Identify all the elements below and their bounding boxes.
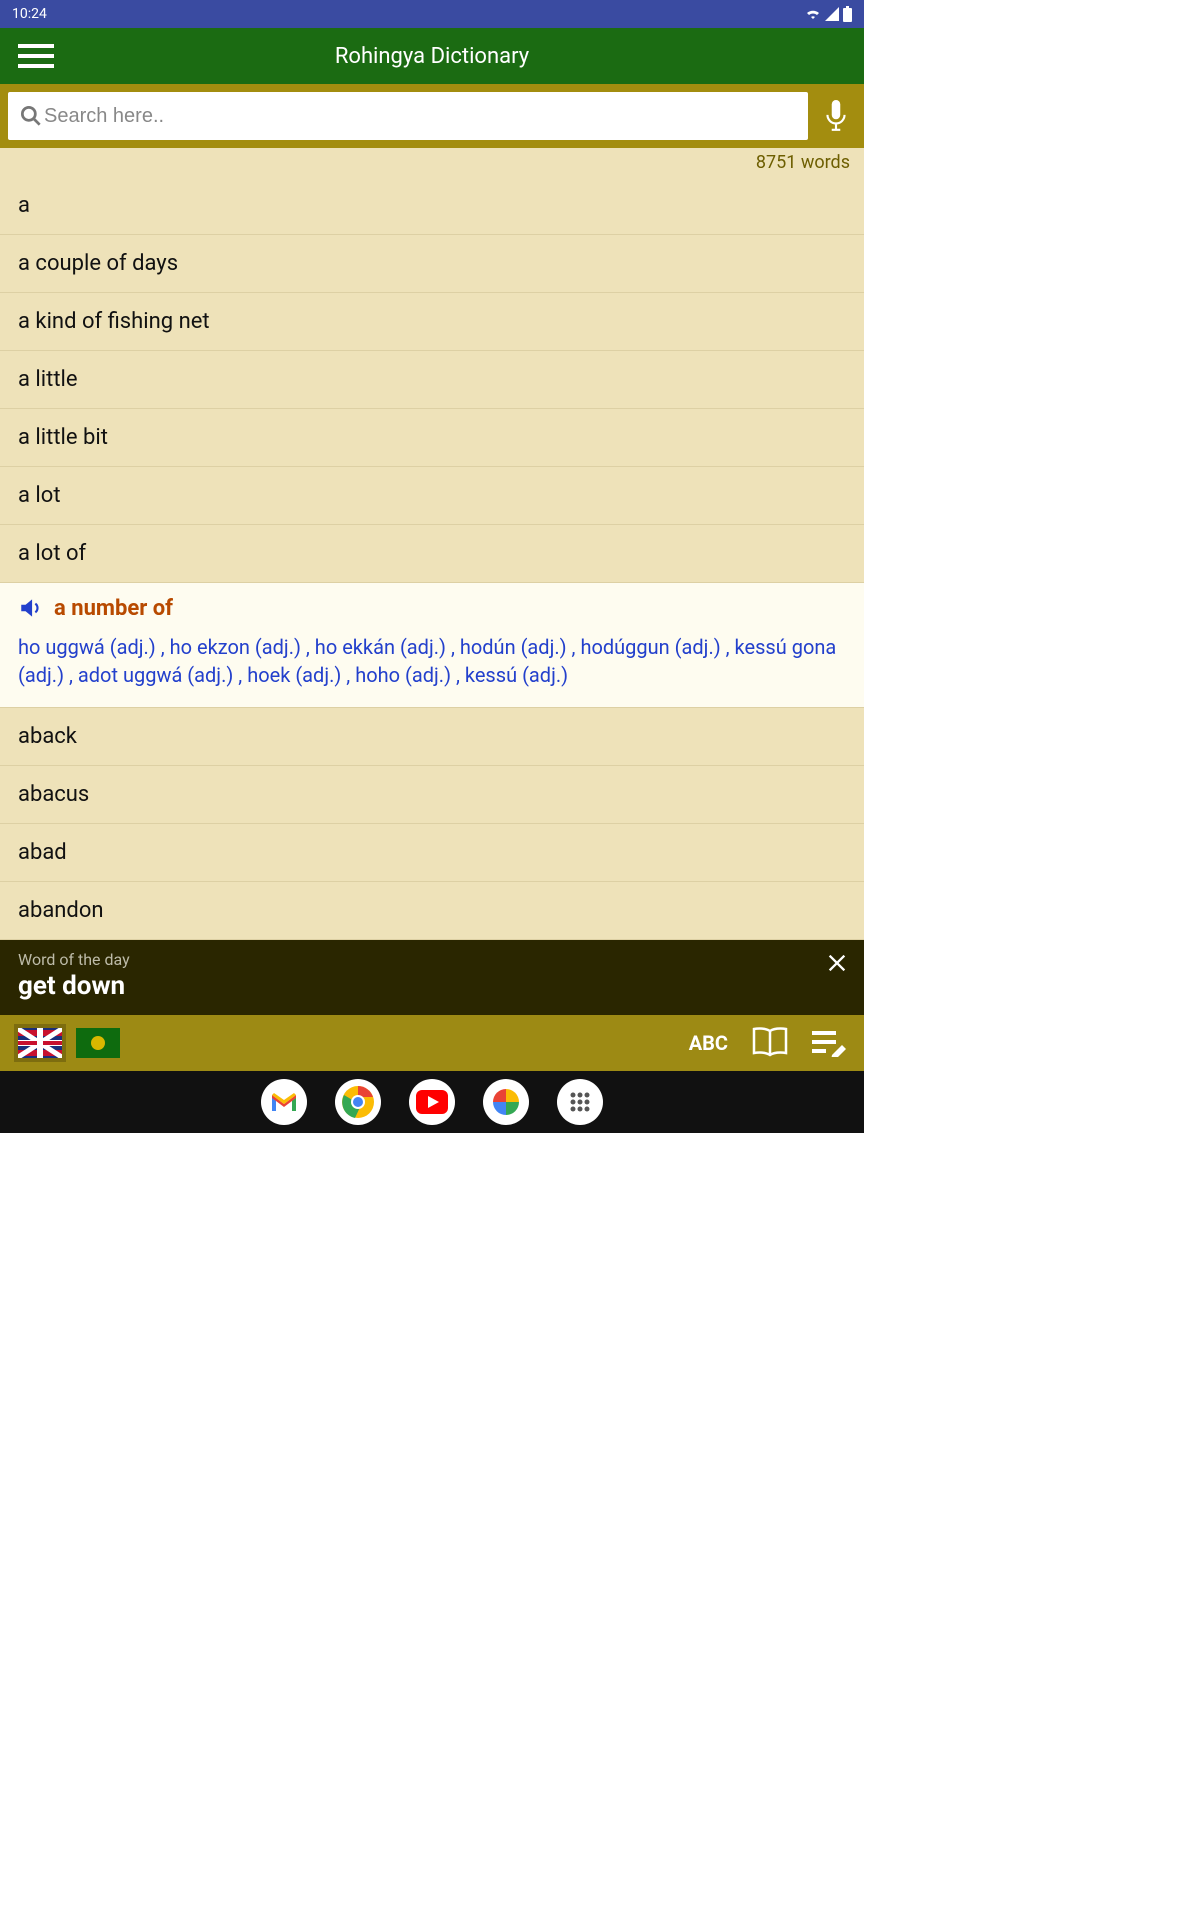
battery-icon xyxy=(843,6,852,22)
wifi-icon xyxy=(805,7,821,21)
list-item[interactable]: abacus xyxy=(0,766,864,824)
language-flags xyxy=(18,1028,120,1058)
word-count: 8751 words xyxy=(0,148,864,177)
menu-button[interactable] xyxy=(18,36,58,76)
list-item[interactable]: a little bit xyxy=(0,409,864,467)
edit-list-icon[interactable] xyxy=(812,1029,846,1057)
search-bar xyxy=(0,84,864,148)
wotd-label: Word of the day xyxy=(18,950,846,969)
speaker-icon[interactable] xyxy=(18,595,44,621)
search-box[interactable] xyxy=(8,92,808,140)
list-item[interactable]: aback xyxy=(0,708,864,766)
status-icons xyxy=(805,6,852,22)
list-item[interactable]: abad xyxy=(0,824,864,882)
chrome-app-icon[interactable] xyxy=(335,1079,381,1125)
word-list[interactable]: a a couple of days a kind of fishing net… xyxy=(0,177,864,940)
apps-drawer-icon[interactable] xyxy=(557,1079,603,1125)
flag-english[interactable] xyxy=(18,1028,62,1058)
word-of-the-day-banner[interactable]: Word of the day get down xyxy=(0,940,864,1015)
close-button[interactable] xyxy=(826,952,848,978)
gmail-app-icon[interactable] xyxy=(261,1079,307,1125)
abc-button[interactable]: ABC xyxy=(689,1031,728,1055)
list-item[interactable]: a lot of xyxy=(0,525,864,583)
list-item[interactable]: a couple of days xyxy=(0,235,864,293)
flag-rohingya[interactable] xyxy=(76,1028,120,1058)
microphone-icon xyxy=(823,100,849,132)
signal-icon xyxy=(825,7,839,21)
status-time: 10:24 xyxy=(12,6,47,22)
expanded-entry: a number of ho uggwá (adj.) , ho ekzon (… xyxy=(0,583,864,708)
expanded-definitions[interactable]: ho uggwá (adj.) , ho ekzon (adj.) , ho e… xyxy=(18,633,846,689)
youtube-app-icon[interactable] xyxy=(409,1079,455,1125)
close-icon xyxy=(826,952,848,974)
app-title: Rohingya Dictionary xyxy=(335,44,529,69)
toolbar: ABC xyxy=(0,1015,864,1071)
search-input[interactable] xyxy=(44,105,798,128)
list-item[interactable]: a kind of fishing net xyxy=(0,293,864,351)
system-nav xyxy=(0,1071,864,1133)
list-item[interactable]: a lot xyxy=(0,467,864,525)
photos-app-icon[interactable] xyxy=(483,1079,529,1125)
list-item[interactable]: abandon xyxy=(0,882,864,940)
wotd-word: get down xyxy=(18,971,846,1001)
expanded-word: a number of xyxy=(54,596,173,621)
book-icon[interactable] xyxy=(750,1025,790,1061)
list-item[interactable]: a xyxy=(0,177,864,235)
voice-search-button[interactable] xyxy=(816,96,856,136)
search-icon xyxy=(18,103,44,129)
app-header: Rohingya Dictionary xyxy=(0,28,864,84)
status-bar: 10:24 xyxy=(0,0,864,28)
list-item[interactable]: a little xyxy=(0,351,864,409)
